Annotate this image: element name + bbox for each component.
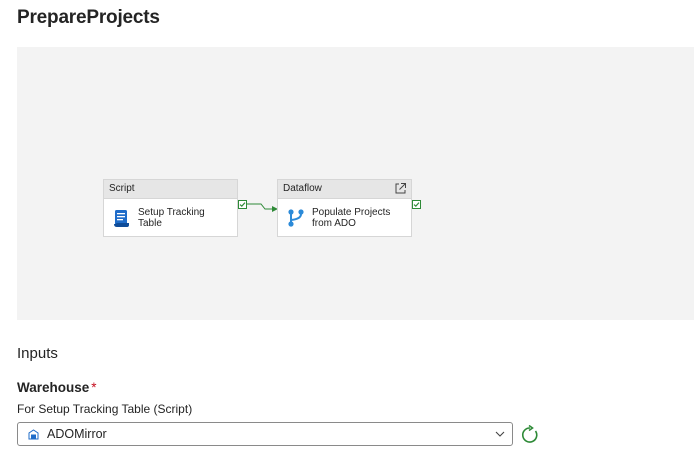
warehouse-dropdown[interactable]: ADOMirror: [17, 422, 513, 446]
dataflow-icon: [288, 209, 304, 227]
dataflow-activity-node[interactable]: Dataflow Populate Projects from ADO: [277, 179, 412, 237]
node-type-label: Script: [104, 180, 237, 199]
warehouse-icon: [28, 429, 39, 440]
page-title: PrepareProjects: [17, 7, 160, 28]
node-type-label: Dataflow: [278, 180, 411, 199]
success-check-icon: [412, 200, 421, 209]
warehouse-label: Warehouse *: [17, 380, 97, 395]
success-connector: [247, 203, 278, 212]
script-icon: [114, 210, 129, 227]
open-external-icon[interactable]: [394, 182, 407, 195]
warehouse-selected-value: ADOMirror: [47, 427, 107, 441]
inputs-section-title: Inputs: [17, 345, 58, 362]
refresh-icon[interactable]: [520, 425, 540, 445]
required-marker: *: [91, 380, 97, 395]
script-activity-node[interactable]: Script Setup Tracking Table: [103, 179, 238, 237]
node-label: Setup Tracking Table: [138, 207, 205, 229]
chevron-down-icon: [495, 431, 505, 437]
success-check-icon: [238, 200, 247, 209]
warehouse-sublabel: For Setup Tracking Table (Script): [17, 402, 193, 416]
node-label: Populate Projects from ADO: [312, 207, 391, 229]
pipeline-canvas[interactable]: Script Setup Tracking Table Dataflow Pop…: [17, 47, 694, 320]
